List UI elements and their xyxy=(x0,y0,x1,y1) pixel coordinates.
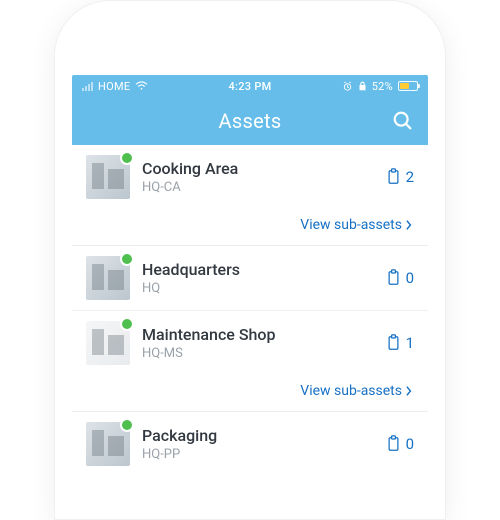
asset-count-value: 1 xyxy=(406,334,414,352)
asset-list: Cooking Area HQ-CA 2 View sub-assets xyxy=(72,145,428,476)
asset-row[interactable]: Cooking Area HQ-CA 2 xyxy=(72,145,428,209)
status-right: 52% xyxy=(278,80,418,93)
asset-count-value: 0 xyxy=(406,269,414,287)
clipboard-icon xyxy=(386,334,401,352)
status-dot-icon xyxy=(120,418,134,432)
asset-info: Headquarters HQ xyxy=(142,260,374,296)
asset-code: HQ-PP xyxy=(142,447,374,462)
alarm-icon xyxy=(342,81,353,92)
asset-code: HQ xyxy=(142,281,374,296)
asset-row[interactable]: Headquarters HQ 0 xyxy=(72,246,428,310)
status-dot-icon xyxy=(120,252,134,266)
battery-icon xyxy=(398,81,418,91)
carrier-label: HOME xyxy=(98,80,130,93)
asset-name: Headquarters xyxy=(142,260,374,279)
asset-thumbnail xyxy=(86,321,130,365)
phone-frame: HOME 4:23 PM 52% Assets xyxy=(54,0,446,520)
asset-info: Maintenance Shop HQ-MS xyxy=(142,325,374,361)
asset-code: HQ-MS xyxy=(142,346,374,361)
asset-info: Packaging HQ-PP xyxy=(142,426,374,462)
chevron-right-icon xyxy=(406,386,412,396)
clipboard-icon xyxy=(386,269,401,287)
status-dot-icon xyxy=(120,151,134,165)
asset-thumbnail xyxy=(86,256,130,300)
view-sub-assets-link[interactable]: View sub-assets xyxy=(72,375,428,412)
view-sub-assets-label: View sub-assets xyxy=(300,383,402,399)
search-icon xyxy=(392,110,414,132)
asset-name: Cooking Area xyxy=(142,159,374,178)
asset-count[interactable]: 1 xyxy=(386,334,414,352)
asset-code: HQ-CA xyxy=(142,180,374,195)
clipboard-icon xyxy=(386,435,401,453)
asset-row[interactable]: Maintenance Shop HQ-MS 1 xyxy=(72,311,428,375)
chevron-right-icon xyxy=(406,220,412,230)
asset-thumbnail xyxy=(86,155,130,199)
screen: HOME 4:23 PM 52% Assets xyxy=(72,75,428,519)
wifi-icon xyxy=(135,81,148,91)
nav-bar: Assets xyxy=(72,97,428,145)
status-bar: HOME 4:23 PM 52% xyxy=(72,75,428,97)
asset-count[interactable]: 0 xyxy=(386,435,414,453)
asset-count-value: 2 xyxy=(406,168,414,186)
asset-row[interactable]: Packaging HQ-PP 0 xyxy=(72,412,428,476)
asset-info: Cooking Area HQ-CA xyxy=(142,159,374,195)
page-title: Assets xyxy=(219,109,282,133)
asset-name: Packaging xyxy=(142,426,374,445)
search-button[interactable] xyxy=(390,108,416,134)
asset-thumbnail xyxy=(86,422,130,466)
asset-name: Maintenance Shop xyxy=(142,325,374,344)
asset-count-value: 0 xyxy=(406,435,414,453)
asset-count[interactable]: 2 xyxy=(386,168,414,186)
battery-percent: 52% xyxy=(372,80,393,93)
status-time: 4:23 PM xyxy=(228,80,271,93)
view-sub-assets-link[interactable]: View sub-assets xyxy=(72,209,428,246)
status-dot-icon xyxy=(120,317,134,331)
view-sub-assets-label: View sub-assets xyxy=(300,217,402,233)
signal-icon xyxy=(82,81,93,91)
lock-icon xyxy=(358,81,367,92)
status-left: HOME xyxy=(82,80,222,93)
clipboard-icon xyxy=(386,168,401,186)
asset-count[interactable]: 0 xyxy=(386,269,414,287)
